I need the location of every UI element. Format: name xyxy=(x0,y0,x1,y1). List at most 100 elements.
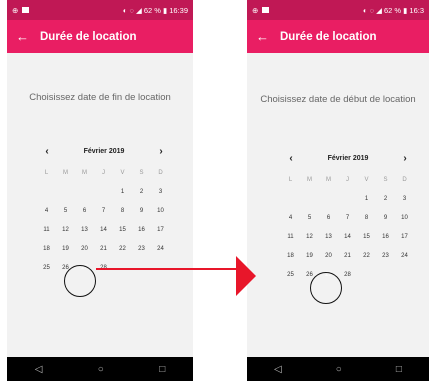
empty-day-cell xyxy=(338,190,357,209)
day-cell[interactable]: 6 xyxy=(75,202,94,221)
weekday-label: L xyxy=(44,170,49,176)
day-cell[interactable]: 10 xyxy=(151,202,170,221)
day-cell[interactable]: 8 xyxy=(113,202,132,221)
day-cell[interactable]: 11 xyxy=(37,221,56,240)
day-cell[interactable]: 3 xyxy=(151,183,170,202)
day-cell[interactable]: 18 xyxy=(281,247,300,266)
day-cell[interactable]: 23 xyxy=(132,240,151,259)
empty-day-cell xyxy=(300,190,319,209)
day-cell[interactable]: 16 xyxy=(376,228,395,247)
day-cell[interactable]: 22 xyxy=(357,247,376,266)
weekday-label: L xyxy=(288,177,293,183)
phone-screen-start-date: ⊕ ◐ ◌ ◢ 62 % ▮ 16:3 ← Durée de location … xyxy=(247,0,429,381)
empty-day-cell xyxy=(75,183,94,202)
day-cell[interactable]: 21 xyxy=(94,240,113,259)
weekday-label: D xyxy=(402,177,407,183)
weekday-label: J xyxy=(346,177,349,183)
day-cell[interactable]: 17 xyxy=(151,221,170,240)
day-cell[interactable]: 22 xyxy=(113,240,132,259)
day-cell[interactable]: 13 xyxy=(319,228,338,247)
prev-month-button[interactable]: ‹ xyxy=(37,146,57,157)
day-grid: L M M J V S D 1 2 3 4 5 6 7 8 9 10 11 12 13 14 15 16 17 18 19 20 21… xyxy=(37,164,171,278)
date-prompt: Choisissez date de fin de location xyxy=(29,92,171,103)
status-right: ◐ ◌ ◢ 62 % ▮ 16:3 xyxy=(363,5,424,15)
nav-home-icon[interactable]: ○ xyxy=(336,364,342,375)
day-cell[interactable]: 23 xyxy=(376,247,395,266)
day-grid: L M M J V S D 1 2 3 4 5 6 7 8 9 10 11 12 13 14 15 16 17 18 19 20 21… xyxy=(281,171,415,285)
day-cell[interactable]: 4 xyxy=(281,209,300,228)
prev-month-button[interactable]: ‹ xyxy=(281,153,301,164)
day-cell[interactable]: 10 xyxy=(395,209,414,228)
transition-arrow-head xyxy=(236,256,256,296)
nav-recents-icon[interactable]: □ xyxy=(396,364,402,375)
day-cell[interactable]: 14 xyxy=(94,221,113,240)
day-cell[interactable]: 12 xyxy=(300,228,319,247)
day-cell[interactable]: 8 xyxy=(357,209,376,228)
day-cell[interactable]: 7 xyxy=(338,209,357,228)
nav-recents-icon[interactable]: □ xyxy=(159,364,165,375)
weekday-label: S xyxy=(139,170,144,176)
nav-back-icon[interactable]: ◁ xyxy=(274,364,282,375)
day-cell[interactable]: 12 xyxy=(56,221,75,240)
day-cell[interactable]: 19 xyxy=(300,247,319,266)
image-icon xyxy=(262,7,270,13)
day-cell[interactable]: 18 xyxy=(37,240,56,259)
weekday-label: V xyxy=(120,170,125,176)
status-bar: ⊕ ◐ ◌ ◢ 62 % ▮ 16:39 xyxy=(7,0,193,20)
day-cell[interactable]: 24 xyxy=(395,247,414,266)
next-month-button[interactable]: › xyxy=(151,146,171,157)
notification-icon: ⊕ xyxy=(12,5,19,15)
weekday-label: M xyxy=(307,177,312,183)
empty-day-cell xyxy=(94,183,113,202)
day-cell[interactable]: 5 xyxy=(56,202,75,221)
day-cell[interactable]: 5 xyxy=(300,209,319,228)
empty-day-cell xyxy=(319,190,338,209)
weekday-label: J xyxy=(102,170,105,176)
day-cell[interactable]: 2 xyxy=(376,190,395,209)
month-header: ‹ Février 2019 › xyxy=(37,144,171,158)
day-cell[interactable]: 6 xyxy=(319,209,338,228)
nav-home-icon[interactable]: ○ xyxy=(98,364,104,375)
day-cell[interactable]: 20 xyxy=(75,240,94,259)
day-cell[interactable]: 25 xyxy=(37,259,56,278)
day-cell[interactable]: 7 xyxy=(94,202,113,221)
day-cell[interactable]: 15 xyxy=(357,228,376,247)
back-arrow-icon[interactable]: ← xyxy=(16,29,40,44)
weekday-label: M xyxy=(63,170,68,176)
day-cell[interactable]: 24 xyxy=(151,240,170,259)
highlight-circle xyxy=(310,272,342,304)
notification-icon: ⊕ xyxy=(252,5,259,15)
nav-bar: ◁ ○ □ xyxy=(247,357,429,381)
day-cell[interactable]: 25 xyxy=(281,266,300,285)
day-cell[interactable]: 2 xyxy=(132,183,151,202)
month-header: ‹ Février 2019 › xyxy=(281,151,415,165)
day-cell[interactable]: 13 xyxy=(75,221,94,240)
day-cell[interactable]: 20 xyxy=(319,247,338,266)
day-cell[interactable]: 16 xyxy=(132,221,151,240)
nav-back-icon[interactable]: ◁ xyxy=(35,364,43,375)
weekday-label: M xyxy=(326,177,331,183)
calendar: ‹ Février 2019 › L M M J V S D 1 2 3 4 5 6 7 8 9 10 11 12 1… xyxy=(281,151,415,285)
day-cell[interactable]: 1 xyxy=(357,190,376,209)
back-arrow-icon[interactable]: ← xyxy=(256,29,280,44)
highlight-circle xyxy=(64,265,96,297)
day-cell[interactable]: 19 xyxy=(56,240,75,259)
day-cell[interactable]: 14 xyxy=(338,228,357,247)
page-title: Durée de location xyxy=(280,30,377,43)
day-cell[interactable]: 21 xyxy=(338,247,357,266)
weekday-label: D xyxy=(158,170,163,176)
image-icon xyxy=(22,7,30,13)
day-cell[interactable]: 17 xyxy=(395,228,414,247)
day-cell[interactable]: 15 xyxy=(113,221,132,240)
page-title: Durée de location xyxy=(40,30,137,43)
day-cell[interactable]: 11 xyxy=(281,228,300,247)
day-cell[interactable]: 1 xyxy=(113,183,132,202)
weekday-label: M xyxy=(82,170,87,176)
next-month-button[interactable]: › xyxy=(395,153,415,164)
phone-screen-end-date: ⊕ ◐ ◌ ◢ 62 % ▮ 16:39 ← Durée de location… xyxy=(7,0,193,381)
weekday-label: S xyxy=(383,177,388,183)
day-cell[interactable]: 9 xyxy=(376,209,395,228)
day-cell[interactable]: 4 xyxy=(37,202,56,221)
day-cell[interactable]: 9 xyxy=(132,202,151,221)
day-cell[interactable]: 3 xyxy=(395,190,414,209)
